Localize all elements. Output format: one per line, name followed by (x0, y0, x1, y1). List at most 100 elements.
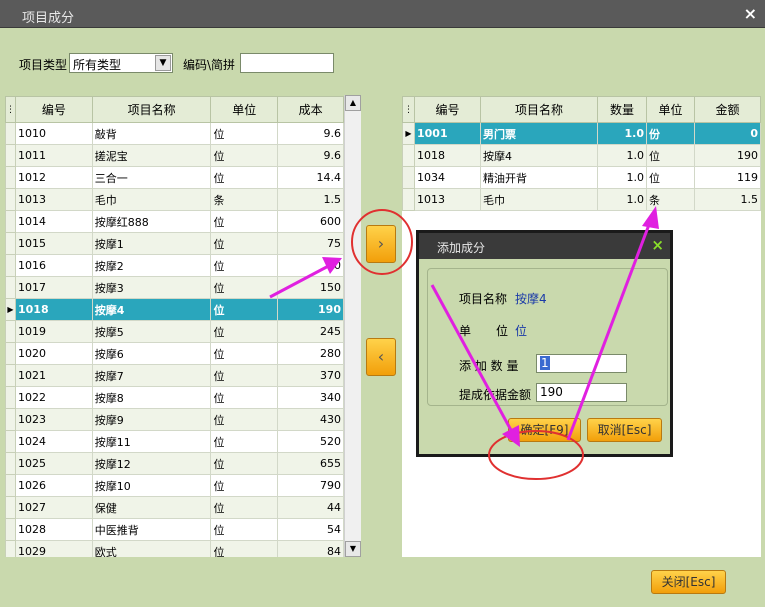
table-row[interactable]: 1024 按摩11 位 520 (5, 430, 344, 453)
remove-component-button[interactable]: ‹ (366, 338, 396, 376)
table-cell: 按摩5 (91, 320, 212, 343)
table-cell: 位 (210, 540, 279, 557)
table-cell: 1027 (15, 496, 93, 519)
table-row[interactable]: 1028 中医推背位 54 (5, 518, 344, 541)
table-cell: 1024 (15, 430, 93, 453)
cancel-button[interactable]: 取消[Esc] (587, 418, 662, 442)
qty-input[interactable]: 1 (536, 354, 627, 373)
code-label: 编码\简拼 (183, 58, 236, 72)
col-qty-header[interactable]: 数量 (597, 96, 647, 123)
table-cell: 1001 (414, 122, 481, 145)
table-row[interactable]: 1011 搓泥宝位 9.6 (5, 144, 344, 167)
close-button[interactable]: 关闭[Esc] (651, 570, 726, 594)
table-cell: 位 (210, 386, 279, 409)
row-indicator (5, 430, 16, 453)
table-cell: 搓泥宝 (91, 144, 212, 167)
add-component-button[interactable]: › (366, 225, 396, 263)
table-row[interactable]: 1027 保健位 44 (5, 496, 344, 519)
table-cell: 190 (694, 144, 761, 167)
row-indicator (5, 188, 16, 211)
close-icon[interactable]: × (744, 4, 757, 23)
table-cell: 条 (646, 188, 695, 211)
table-cell: 按摩9 (91, 408, 212, 431)
table-cell: 1020 (15, 342, 93, 365)
table-row[interactable]: 1025 按摩12 位 655 (5, 452, 344, 475)
table-row[interactable]: 1018 按摩4 1.0 位 190 (402, 144, 761, 167)
col-code-header[interactable]: 编号 (414, 96, 481, 123)
table-row[interactable]: 1020 按摩6 位 280 (5, 342, 344, 365)
col-amount-header[interactable]: 金额 (694, 96, 761, 123)
row-indicator (5, 518, 16, 541)
chevron-down-icon[interactable]: ▼ (155, 55, 171, 71)
table-cell: 340 (277, 386, 344, 409)
table-row[interactable]: 1026 按摩10 位 790 (5, 474, 344, 497)
table-cell: 位 (210, 452, 279, 475)
table-cell: 14.4 (277, 166, 344, 189)
code-input[interactable] (240, 53, 334, 73)
table-row[interactable]: 1016 按摩2 位 10 (5, 254, 344, 277)
col-unit-header[interactable]: 单位 (646, 96, 695, 123)
table-cell: 保健 (91, 496, 212, 519)
table-row[interactable]: 1014 按摩红888 位 600 (5, 210, 344, 233)
table-row[interactable]: ▶ 1001 男门票 1.0 份 0 (402, 122, 761, 145)
table-cell: 按摩1 (91, 232, 212, 255)
table-cell: 1014 (15, 210, 93, 233)
row-indicator (402, 166, 415, 189)
table-cell: 精油开背 (480, 166, 598, 189)
table-cell: 按摩2 (91, 254, 212, 277)
table-cell: 1.0 (597, 166, 647, 189)
table-cell: 0 (694, 122, 761, 145)
item-type-select[interactable]: 所有类型 ▼ (69, 53, 173, 73)
table-cell: 1034 (414, 166, 481, 189)
table-cell: 位 (210, 518, 279, 541)
table-row[interactable]: 1029 欧式位 84 (5, 540, 344, 557)
table-cell: 按摩8 (91, 386, 212, 409)
dialog-title-bar: 添加成分 × (419, 233, 670, 259)
scroll-up-icon[interactable]: ▲ (345, 95, 361, 111)
col-name-header[interactable]: 项目名称 (480, 96, 598, 123)
row-indicator (5, 496, 16, 519)
table-row[interactable]: 1021 按摩7 位 370 (5, 364, 344, 387)
col-code-header[interactable]: 编号 (15, 96, 93, 123)
dialog-close-icon[interactable]: × (651, 236, 664, 254)
table-cell: 600 (277, 210, 344, 233)
table-row[interactable]: 1017 按摩3 位 150 (5, 276, 344, 299)
table-row[interactable]: 1012 三合一位 14.4 (5, 166, 344, 189)
table-cell: 1022 (15, 386, 93, 409)
item-type-label: 项目类型 (19, 58, 68, 72)
table-row[interactable]: 1019 按摩5 位 245 (5, 320, 344, 343)
table-header-row: ⋮ 编号 项目名称 数量 单位 金额 (402, 96, 761, 123)
table-cell: 1028 (15, 518, 93, 541)
table-cell: 位 (210, 320, 279, 343)
table-cell: 按摩11 (91, 430, 212, 453)
table-cell: 9.6 (277, 122, 344, 145)
col-cost-header[interactable]: 成本 (277, 96, 344, 123)
table-row[interactable]: 1022 按摩8 位 340 (5, 386, 344, 409)
table-row[interactable]: 1013 毛巾 1.0 条 1.5 (402, 188, 761, 211)
row-indicator (5, 166, 16, 189)
table-cell: 1.0 (597, 188, 647, 211)
row-indicator (5, 342, 16, 365)
confirm-button[interactable]: 确定[F9] (508, 418, 581, 442)
table-row[interactable]: 1034 精油开背 1.0 位 119 (402, 166, 761, 189)
left-table-scrollbar[interactable]: ▲ ▼ (344, 95, 361, 557)
row-indicator-header: ⋮ (5, 96, 16, 123)
table-cell: 1015 (15, 232, 93, 255)
row-indicator (402, 188, 415, 211)
item-name-value: 按摩4 (515, 292, 547, 306)
table-cell: 位 (210, 144, 279, 167)
table-row[interactable]: 1023 按摩9 位 430 (5, 408, 344, 431)
table-row[interactable]: 1015 按摩1 位 75 (5, 232, 344, 255)
row-indicator (5, 386, 16, 409)
table-cell: 位 (210, 210, 279, 233)
table-row[interactable]: 1010 敲背位 9.6 (5, 122, 344, 145)
table-row[interactable]: ▶ 1018 按摩4 位 190 (5, 298, 344, 321)
scroll-down-icon[interactable]: ▼ (345, 541, 361, 557)
table-cell: 280 (277, 342, 344, 365)
amount-input[interactable]: 190 (536, 383, 627, 402)
col-name-header[interactable]: 项目名称 (91, 96, 212, 123)
table-row[interactable]: 1013 毛巾条 1.5 (5, 188, 344, 211)
col-unit-header[interactable]: 单位 (210, 96, 279, 123)
table-cell: 54 (277, 518, 344, 541)
add-component-dialog: 添加成分 × 项目名称 按摩4 单 位 位 添 加 数 量 1 提成依据金额 1… (416, 230, 673, 457)
